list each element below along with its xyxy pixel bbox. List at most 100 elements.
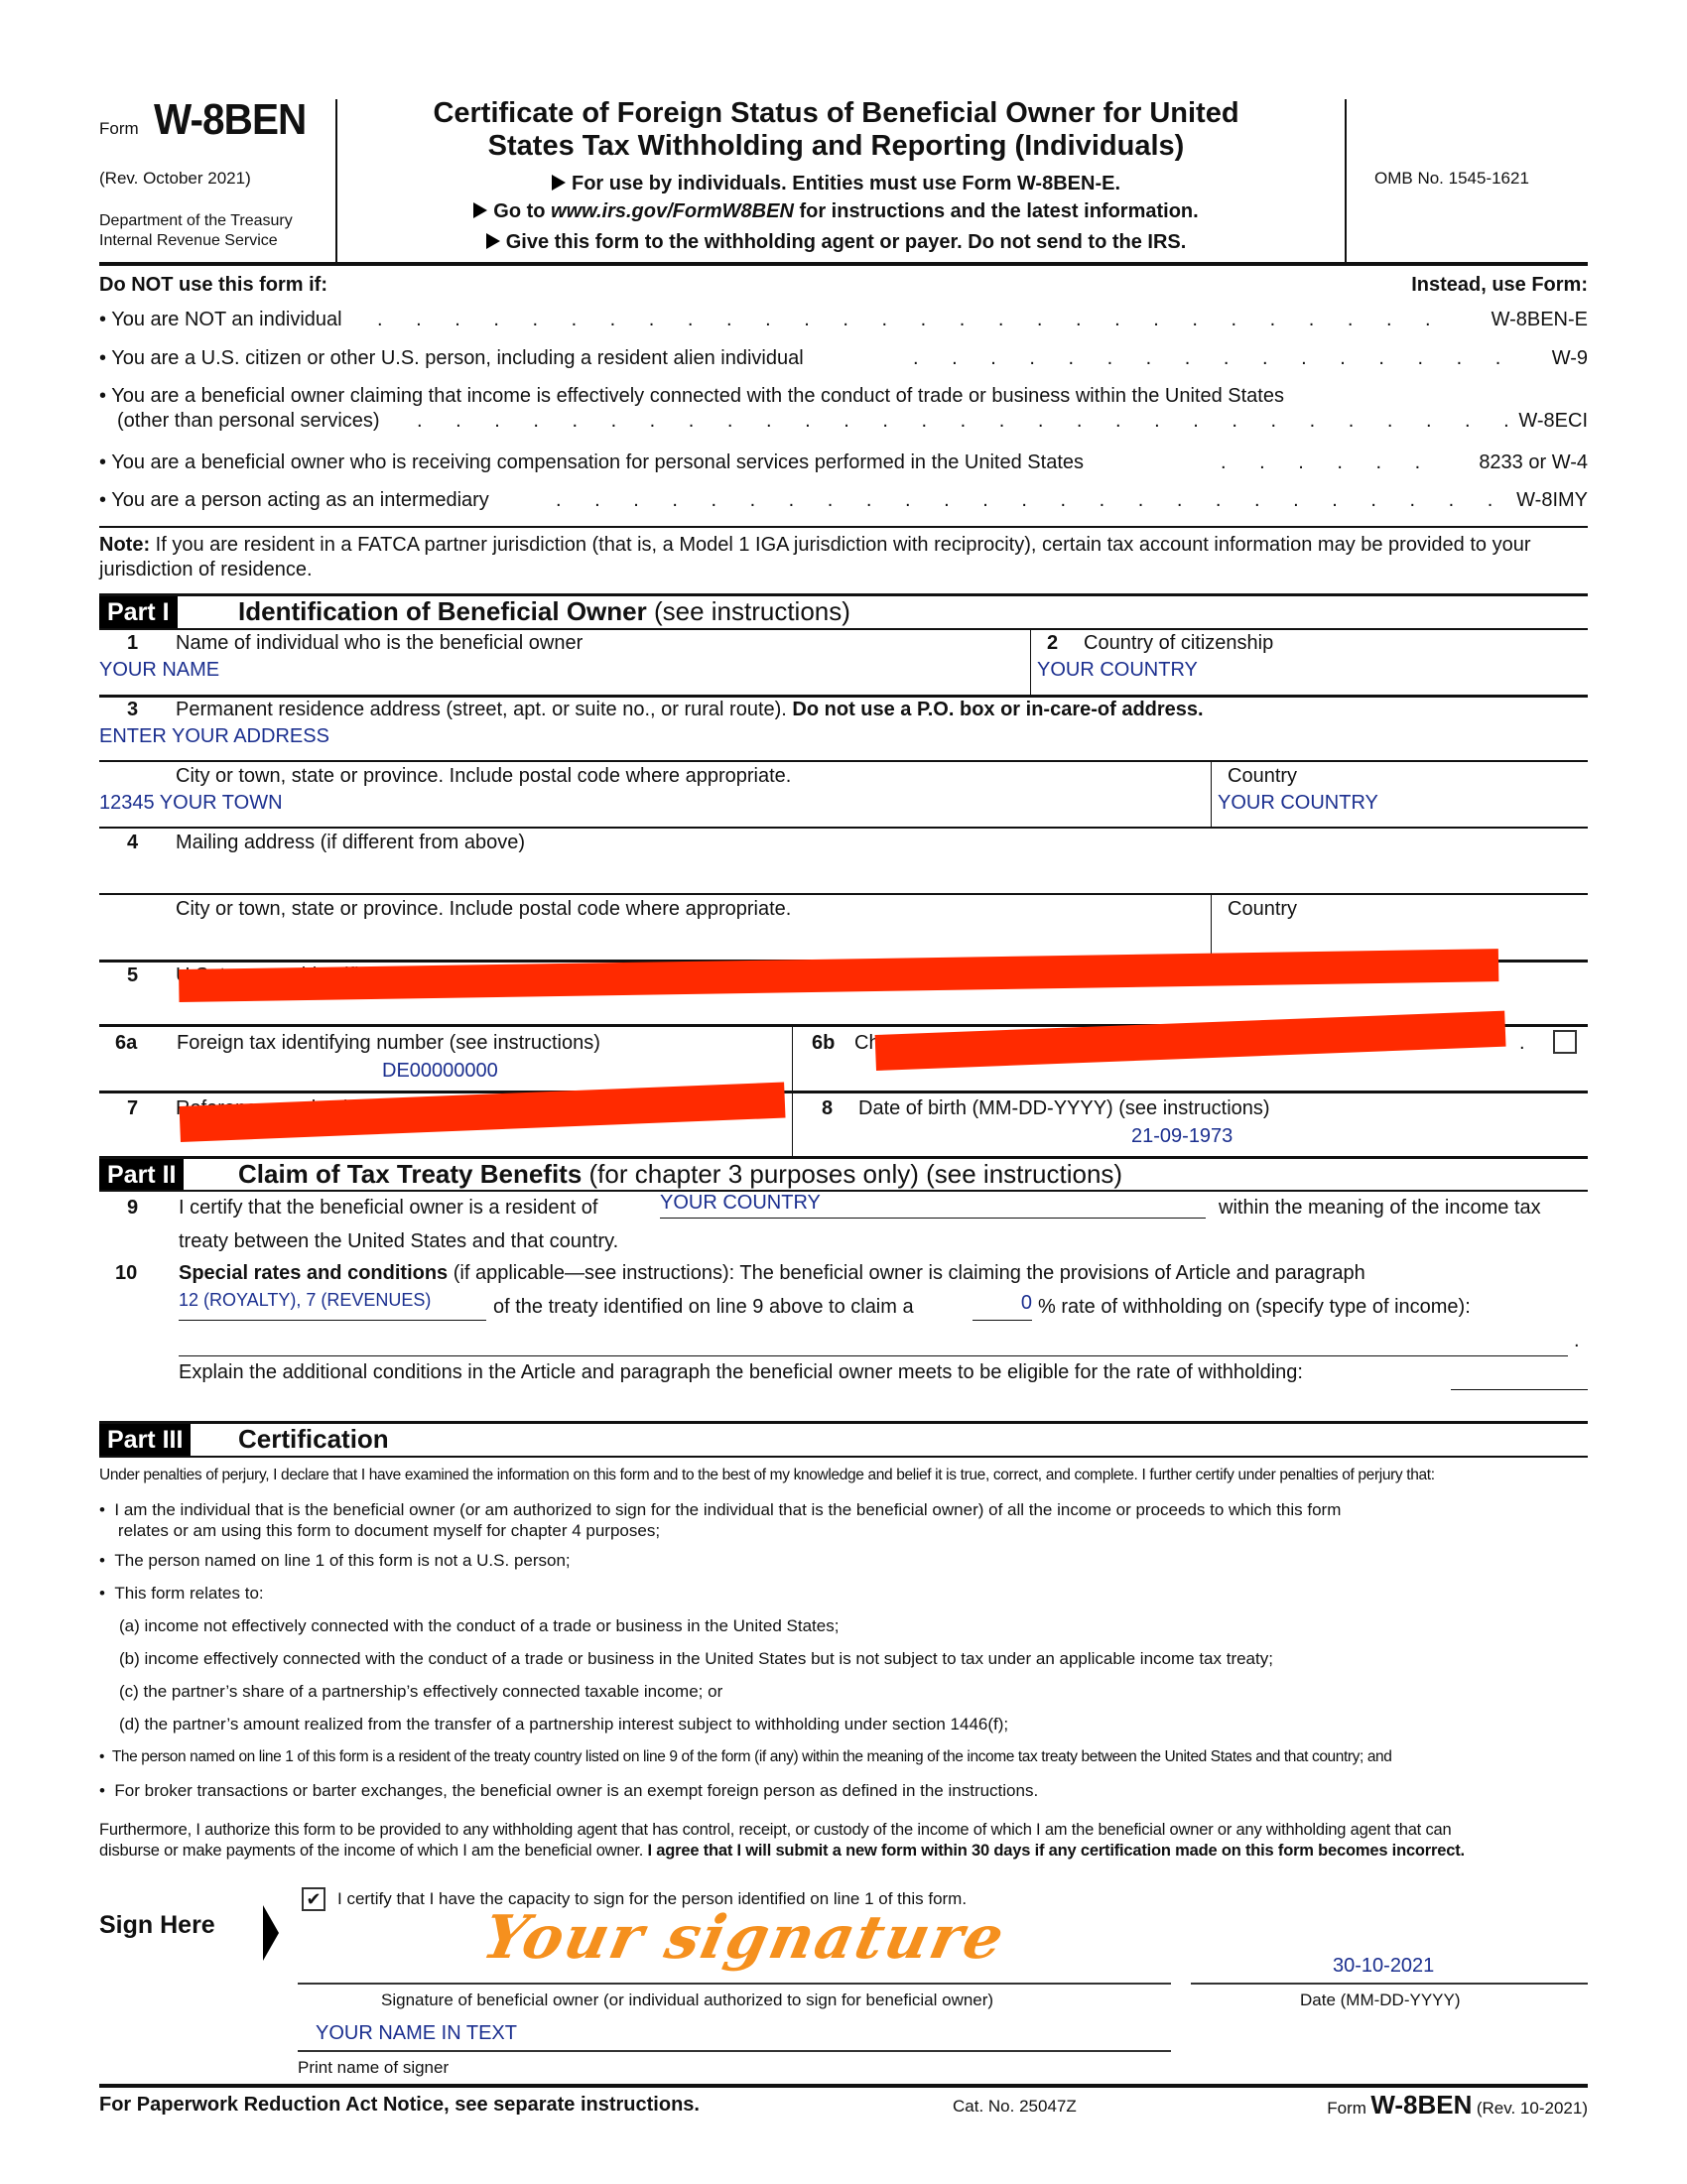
do-not-use-item-3-cont: (other than personal services) [117,410,380,432]
signature-date-field[interactable]: 30-10-2021 [1333,1955,1434,1978]
line4-label: Mailing address (if different from above… [176,832,526,853]
part3-label: Part III [99,1424,192,1456]
signature-field[interactable]: Your signature [477,1903,1012,1973]
instruction-2: Go to www.irs.gov/FormW8BEN for instruct… [342,200,1330,223]
part2-title: Claim of Tax Treaty Benefits (for chapte… [238,1159,1123,1189]
withholding-rate-field[interactable]: 0 [973,1292,1032,1321]
triangle-right-icon [551,175,566,191]
line-number: 2 [1047,632,1059,654]
mailing-address-field[interactable] [99,859,1568,885]
line3-label: Permanent residence address (street, apt… [176,699,1204,720]
line-number: 3 [127,699,139,720]
foreign-tin-field[interactable]: DE00000000 [382,1060,498,1083]
footer-form-id: Form W-8BEN (Rev. 10-2021) [1327,2090,1588,2120]
date-of-birth-field[interactable]: 21-09-1973 [1131,1125,1233,1148]
income-type-field[interactable] [179,1330,1568,1356]
divider [99,526,1588,528]
catalog-number: Cat. No. 25047Z [953,2097,1077,2116]
redaction-mark [179,949,1499,1002]
leader-dots: . . . . . . . . . . . . . . . . . . . . … [417,410,1508,432]
title-line-1: Certificate of Foreign Status of Benefic… [433,97,1239,129]
part1-title: Identification of Beneficial Owner (see … [238,596,850,626]
triangle-right-icon [473,202,488,218]
signature-label: Signature of beneficial owner (or indivi… [381,1991,994,2009]
mailing-country-field[interactable] [1218,925,1575,951]
citizenship-country-field[interactable]: YOUR COUNTRY [1037,659,1198,682]
line3-city-label: City or town, state or province. Include… [176,765,792,787]
alt-form-3: W-8ECI [1518,410,1588,432]
divider [99,1091,1588,1093]
header-rule [99,262,1588,266]
line-number: 9 [127,1197,139,1219]
explain-conditions-field[interactable] [1451,1361,1588,1390]
line-number: 6b [812,1032,836,1054]
divider [99,827,1588,829]
line-number: 7 [127,1097,139,1119]
do-not-use-item-5: • You are a person acting as an intermed… [99,489,489,511]
form-word: Form [99,119,139,138]
divider [99,1456,1588,1458]
treaty-country-field[interactable]: YOUR COUNTRY [660,1192,1206,1219]
divider [99,695,1588,698]
line10-explain: Explain the additional conditions in the… [179,1361,1303,1383]
leader-dot: . [1519,1032,1525,1054]
leader-dots: . . . . . . . . . . . . . . . . . . . . … [377,309,1459,330]
mailing-city-field[interactable] [99,925,1191,951]
cert-bullet-5: • For broker transactions or barter exch… [99,1781,1039,1800]
residence-city-field[interactable]: 12345 YOUR TOWN [99,792,283,815]
do-not-use-item-1: • You are NOT an individual [99,309,350,331]
sign-here-label: Sign Here [99,1911,215,1939]
leader-dots: . . . . . . . . . . . . . . . . . . . . … [913,347,1528,369]
do-not-use-heading: Do NOT use this form if: [99,274,327,296]
header-divider-right [1345,99,1347,264]
irs-link[interactable]: www.irs.gov/FormW8BEN [551,200,794,222]
line2-label: Country of citizenship [1084,632,1274,654]
alt-form-4: 8233 or W-4 [1479,451,1588,473]
divider [99,893,1588,895]
divider [1211,895,1212,961]
beneficial-owner-name-field[interactable]: YOUR NAME [99,659,219,682]
perjury-intro: Under penalties of perjury, I declare th… [99,1467,1435,1483]
date-label: Date (MM-DD-YYYY) [1300,1991,1461,2009]
instruction-1: For use by individuals. Entities must us… [342,173,1330,195]
line10-label: Special rates and conditions (if applica… [179,1262,1365,1284]
article-paragraph-field[interactable]: 12 (ROYALTY), 7 (REVENUES) [179,1290,486,1321]
sign-arrow-icon [263,1905,279,1961]
divider [99,760,1588,762]
line3-country-label: Country [1228,765,1298,787]
cert-sub-a: (a) income not effectively connected wit… [119,1616,840,1635]
print-name-field[interactable]: YOUR NAME IN TEXT [316,2022,517,2045]
print-name-line [298,2050,1171,2052]
divider [99,628,1588,630]
omb-number: OMB No. 1545-1621 [1374,169,1529,188]
footer-rule [99,2084,1588,2088]
line8-label: Date of birth (MM-DD-YYYY) (see instruct… [858,1097,1270,1119]
line-number: 8 [822,1097,834,1119]
agency: Internal Revenue Service [99,232,278,249]
do-not-use-item-4: • You are a beneficial owner who is rece… [99,451,1084,473]
line1-label: Name of individual who is the beneficial… [176,632,584,654]
period: . [1574,1330,1580,1351]
header-divider-left [335,99,337,264]
line9-pre: I certify that the beneficial owner is a… [179,1197,598,1219]
line10-mid: of the treaty identified on line 9 above… [493,1296,914,1318]
cert-sub-c: (c) the partner’s share of a partnership… [119,1682,723,1701]
divider [1211,762,1212,827]
form-name: W-8BEN [154,95,307,144]
revision-date: (Rev. October 2021) [99,169,251,188]
cert-bullet-2: • The person named on line 1 of this for… [99,1551,571,1570]
part3-title: Certification [238,1424,389,1454]
alt-form-2: W-9 [1551,347,1588,369]
residence-address-field[interactable]: ENTER YOUR ADDRESS [99,725,329,748]
do-not-use-item-2: • You are a U.S. citizen or other U.S. p… [99,347,804,369]
capacity-checkbox[interactable]: ✔ [302,1887,325,1911]
title-line-2: States Tax Withholding and Reporting (In… [487,130,1185,162]
instead-use-heading: Instead, use Form: [1411,274,1588,296]
line-number: 10 [115,1262,138,1284]
department: Department of the Treasury [99,212,293,229]
line4-city-label: City or town, state or province. Include… [176,898,792,920]
ftin-not-required-checkbox[interactable] [1553,1030,1577,1054]
residence-country-field[interactable]: YOUR COUNTRY [1218,792,1378,815]
alt-form-5: W-8IMY [1516,489,1588,511]
line6a-label: Foreign tax identifying number (see inst… [177,1032,600,1054]
